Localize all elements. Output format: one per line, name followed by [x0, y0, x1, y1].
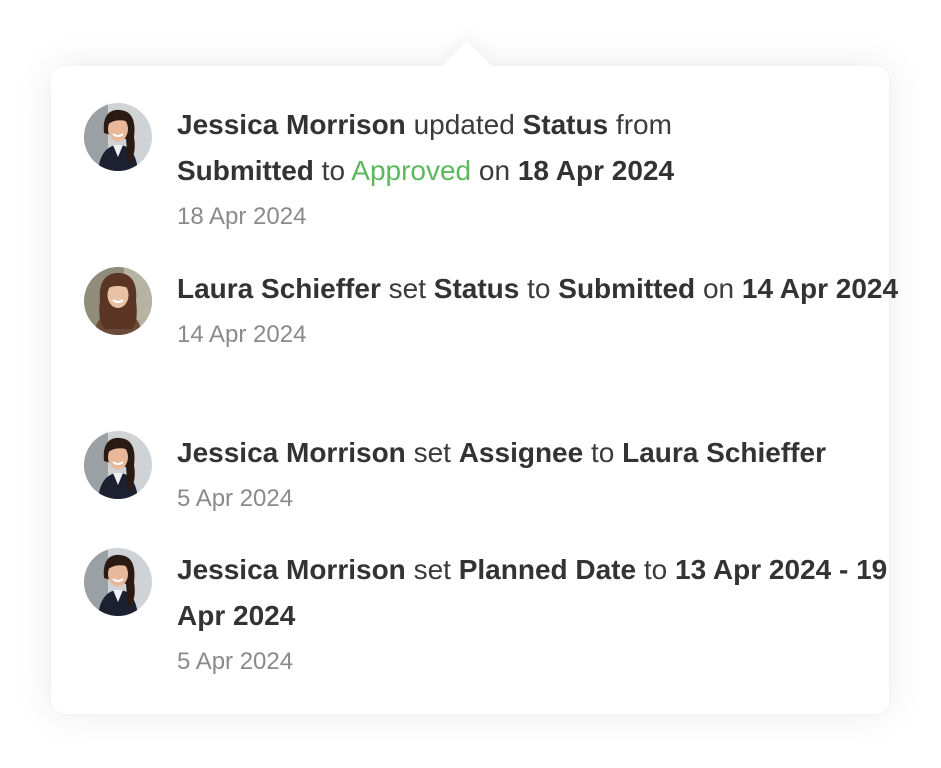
timestamp: 5 Apr 2024 [177, 648, 294, 675]
activity-item: Jessica Morrison set Planned Date to 13 … [84, 548, 901, 677]
field-value[interactable]: Laura Schieffer [622, 437, 826, 468]
activity-message: Jessica Morrison updated Status from Subm… [177, 109, 675, 186]
activity-popover-stage: Jessica Morrison updated Status from Subm… [0, 0, 941, 768]
field-name: Status [522, 109, 609, 140]
timestamp: 18 Apr 2024 [177, 203, 307, 230]
activity-item: Jessica Morrison set Assignee to Laura S… [84, 431, 901, 514]
change-date: 14 Apr 2024 [741, 273, 899, 304]
timestamp: 14 Apr 2024 [177, 321, 307, 348]
field-name: Planned Date [458, 554, 637, 585]
user-name[interactable]: Jessica Morrison [177, 109, 406, 140]
change-date: 18 Apr 2024 [517, 155, 675, 186]
activity-item: Laura Schieffer set Status to Submitted … [84, 267, 901, 350]
avatar-jessica-morrison[interactable] [84, 431, 152, 499]
user-name[interactable]: Laura Schieffer [177, 273, 381, 304]
timestamp: 5 Apr 2024 [177, 485, 294, 512]
activity-item: Jessica Morrison updated Status from Subm… [84, 103, 901, 232]
status-approved: Approved [351, 155, 472, 186]
field-name: Assignee [458, 437, 584, 468]
activity-message: Laura Schieffer set Status to Submitted … [177, 273, 899, 304]
avatar-jessica-morrison[interactable] [84, 548, 152, 616]
activity-message: Jessica Morrison set Planned Date to 13 … [177, 554, 888, 631]
user-name[interactable]: Jessica Morrison [177, 554, 406, 585]
avatar-jessica-morrison[interactable] [84, 103, 152, 171]
activity-message: Jessica Morrison set Assignee to Laura S… [177, 437, 826, 468]
from-value: Submitted [177, 155, 314, 186]
avatar-laura-schieffer[interactable] [84, 267, 152, 335]
field-value: Submitted [558, 273, 696, 304]
user-name[interactable]: Jessica Morrison [177, 437, 406, 468]
field-name: Status [433, 273, 520, 304]
